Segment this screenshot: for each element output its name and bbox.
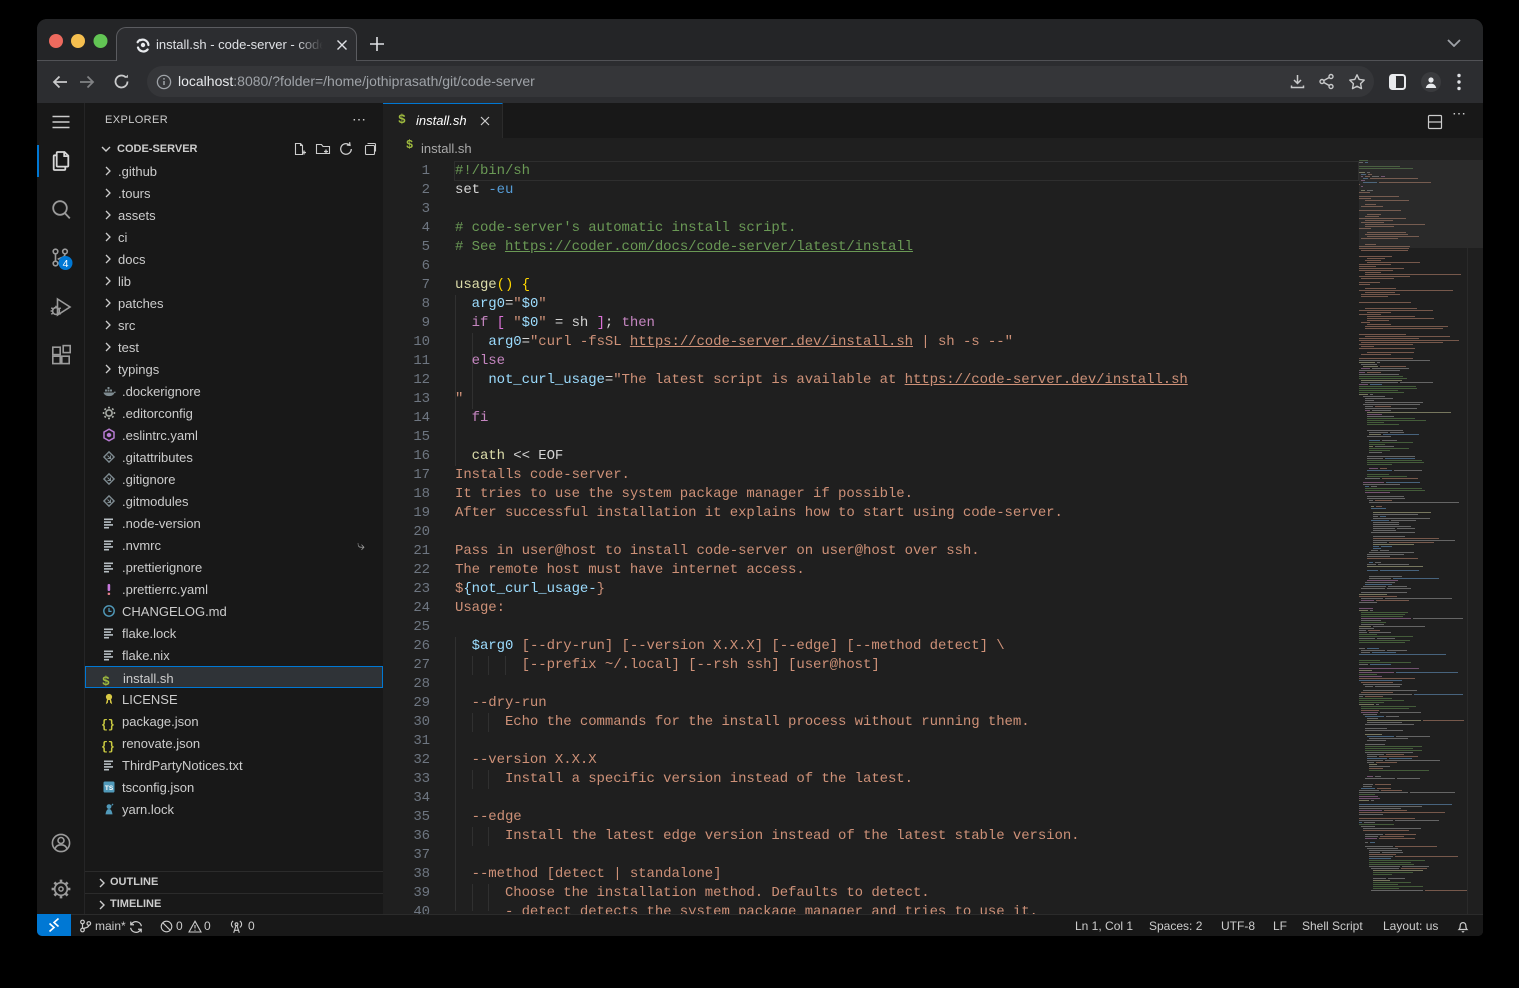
svg-text:TS: TS	[105, 785, 114, 792]
svg-text:4: 4	[63, 258, 69, 270]
